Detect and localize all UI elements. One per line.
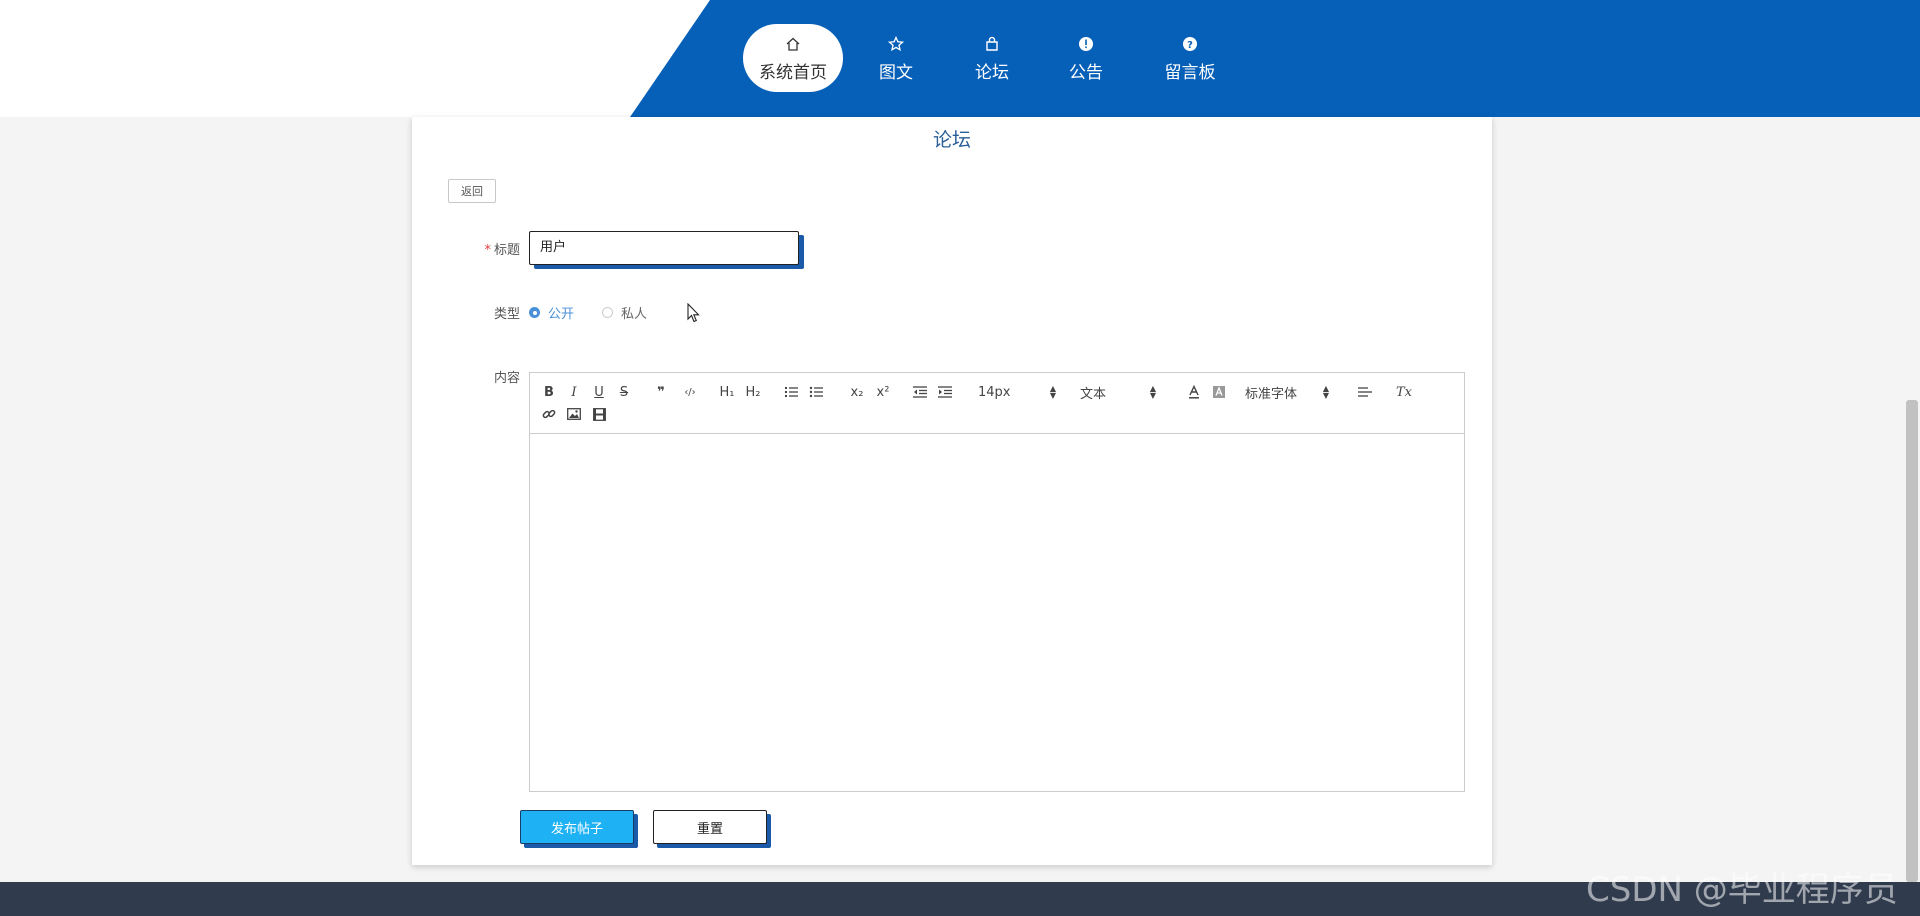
quote-button[interactable]: ❞ <box>650 383 672 401</box>
code-button[interactable]: ‹/› <box>679 383 701 401</box>
indent-icon <box>938 386 952 398</box>
title-label: * 标题 <box>484 243 520 258</box>
bullet-list-button[interactable] <box>805 383 827 401</box>
italic-button[interactable]: I <box>563 383 585 401</box>
select-arrows-icon: ▲ ▼ <box>1049 384 1056 400</box>
editor-content-area[interactable] <box>530 433 1464 791</box>
nav-item-label: 留言板 <box>1164 62 1216 83</box>
alert-circle-icon <box>1078 34 1094 54</box>
editor-toolbar: B I U S ❞ ‹/› H₁ H₂ x₂ x² 14px ▲ ▼ 文本 ▲ … <box>530 373 1464 434</box>
nav-item-guestbook[interactable]: ? 留言板 <box>1140 24 1240 92</box>
superscript-button[interactable]: x² <box>872 383 894 401</box>
required-mark: * <box>484 243 491 258</box>
scrollbar-thumb[interactable] <box>1906 400 1918 882</box>
bullet-list-icon <box>809 386 823 398</box>
nav-item-home[interactable]: 系统首页 <box>743 24 843 92</box>
rich-text-editor: B I U S ❞ ‹/› H₁ H₂ x₂ x² 14px ▲ ▼ 文本 ▲ … <box>529 372 1465 792</box>
h1-button[interactable]: H₁ <box>716 383 738 401</box>
outdent-icon <box>913 386 927 398</box>
nav-item-label: 公告 <box>1069 62 1103 83</box>
page-title: 论坛 <box>932 129 971 151</box>
image-button[interactable] <box>563 405 585 423</box>
link-button[interactable] <box>538 405 560 423</box>
nav-item-label: 图文 <box>879 62 913 83</box>
ordered-list-button[interactable] <box>780 383 802 401</box>
radio-private[interactable]: 私人 <box>602 303 647 322</box>
watermark: CSDN @毕业程序员 <box>1586 870 1898 910</box>
clear-format-button[interactable]: Tx <box>1393 383 1415 401</box>
svg-text:?: ? <box>1187 39 1193 50</box>
align-left-icon <box>1358 387 1372 397</box>
image-icon <box>567 408 581 420</box>
title-input[interactable]: 用户 <box>529 231 799 265</box>
link-icon <box>542 409 556 419</box>
header-select[interactable]: 文本 ▲ ▼ <box>1080 383 1156 402</box>
nav-item-label: 论坛 <box>975 62 1009 83</box>
nav-item-forum[interactable]: 论坛 <box>942 24 1042 92</box>
font-color-button[interactable] <box>1183 383 1205 401</box>
bag-icon <box>984 34 1000 54</box>
background-color-icon <box>1213 386 1225 398</box>
type-label: 类型 <box>493 307 520 322</box>
forum-form-panel: 论坛 返回 * 标题 用户 类型 公开 私人 内容 B I U S ❞ ‹/› H… <box>412 117 1492 865</box>
strike-button[interactable]: S <box>613 383 635 401</box>
bold-button[interactable]: B <box>538 383 560 401</box>
video-button[interactable] <box>588 405 610 423</box>
content-label: 内容 <box>493 371 520 386</box>
align-button[interactable] <box>1354 383 1376 401</box>
nav-item-notice[interactable]: 公告 <box>1036 24 1136 92</box>
ordered-list-icon <box>785 387 798 397</box>
h2-button[interactable]: H₂ <box>742 383 764 401</box>
font-family-select[interactable]: 标准字体 ▲ ▼ <box>1245 383 1329 402</box>
underline-button[interactable]: U <box>588 383 610 401</box>
nav-item-articles[interactable]: 图文 <box>846 24 946 92</box>
nav-item-label: 系统首页 <box>759 62 827 83</box>
font-size-select[interactable]: 14px ▲ ▼ <box>978 383 1056 401</box>
indent-button[interactable] <box>934 383 956 401</box>
star-icon <box>888 34 904 54</box>
radio-public[interactable]: 公开 <box>529 303 574 322</box>
back-button[interactable]: 返回 <box>448 179 496 203</box>
radio-dot <box>602 307 613 318</box>
mouse-cursor-icon <box>687 302 701 327</box>
reset-button[interactable]: 重置 <box>653 810 767 844</box>
select-arrows-icon: ▲ ▼ <box>1322 384 1329 400</box>
help-circle-icon: ? <box>1182 34 1198 54</box>
submit-post-button[interactable]: 发布帖子 <box>520 810 634 844</box>
outdent-button[interactable] <box>909 383 931 401</box>
subscript-button[interactable]: x₂ <box>846 383 868 401</box>
font-color-icon <box>1189 385 1199 399</box>
radio-dot <box>529 307 540 318</box>
background-color-button[interactable] <box>1208 383 1230 401</box>
video-icon <box>592 407 606 421</box>
home-icon <box>785 34 801 54</box>
select-arrows-icon: ▲ ▼ <box>1149 384 1156 400</box>
